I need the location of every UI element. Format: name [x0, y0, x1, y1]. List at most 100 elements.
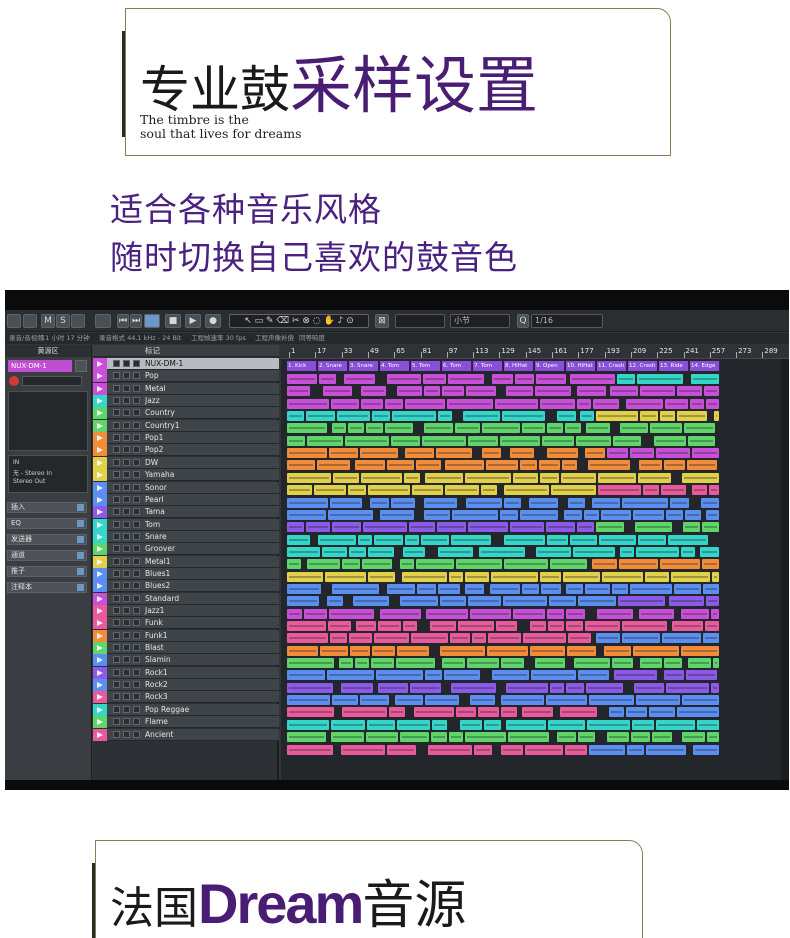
midi-clip[interactable] — [487, 645, 528, 656]
midi-clip[interactable] — [711, 682, 719, 693]
midi-clip[interactable] — [287, 497, 328, 508]
midi-clip[interactable] — [531, 670, 576, 681]
midi-clip[interactable] — [424, 497, 457, 508]
midi-clip[interactable] — [492, 374, 513, 384]
track-toggle-button[interactable] — [123, 718, 130, 726]
track-toggle-button[interactable] — [113, 508, 120, 516]
track-toggle-button[interactable] — [113, 458, 120, 466]
midi-clip[interactable] — [361, 386, 386, 397]
midi-clip[interactable] — [502, 411, 545, 422]
midi-clip[interactable] — [287, 485, 312, 496]
midi-clip[interactable] — [456, 707, 476, 718]
midi-clip[interactable] — [451, 534, 491, 545]
track-toggle-button[interactable] — [133, 693, 140, 701]
midi-clip[interactable] — [368, 546, 394, 557]
midi-clip[interactable] — [645, 571, 669, 582]
track-toggle-button[interactable] — [113, 409, 120, 417]
midi-clip[interactable] — [397, 386, 422, 397]
midi-clip[interactable] — [421, 534, 449, 545]
track-toggle-button[interactable] — [133, 384, 140, 392]
track-toggle-button[interactable] — [133, 594, 140, 602]
midi-clip[interactable] — [506, 682, 548, 693]
track-row[interactable]: Funk1 — [93, 629, 279, 642]
midi-clip[interactable] — [430, 621, 456, 631]
midi-clip[interactable] — [416, 559, 454, 570]
midi-clip[interactable] — [566, 583, 583, 594]
midi-clip[interactable] — [585, 621, 620, 631]
midi-clip[interactable] — [442, 386, 464, 397]
midi-clip[interactable] — [403, 546, 425, 557]
midi-clip[interactable] — [577, 386, 606, 397]
midi-clip[interactable] — [348, 423, 364, 434]
midi-clip[interactable] — [495, 398, 538, 409]
midi-clip[interactable] — [631, 732, 650, 743]
midi-clip[interactable] — [540, 472, 559, 483]
midi-clip[interactable] — [307, 559, 340, 570]
snap-select[interactable]: 小节 — [450, 314, 510, 328]
track-toggle-button[interactable] — [123, 434, 130, 442]
midi-clip[interactable] — [465, 571, 489, 582]
midi-clip[interactable] — [479, 546, 525, 557]
track-lane[interactable] — [287, 497, 727, 509]
track-row[interactable]: Blues2 — [93, 580, 279, 593]
midi-clip[interactable] — [425, 670, 442, 681]
midi-clip[interactable] — [632, 719, 654, 730]
midi-clip[interactable] — [380, 608, 421, 619]
midi-clip[interactable] — [684, 423, 715, 434]
inspector-section-sends[interactable]: 发送器 — [7, 534, 87, 545]
midi-clip[interactable] — [567, 645, 596, 656]
routing-input[interactable]: 无 - Stereo In — [13, 468, 52, 477]
snap-toggle[interactable]: ⊠ — [375, 314, 389, 328]
midi-clip[interactable] — [378, 621, 401, 631]
midi-clip[interactable] — [522, 583, 539, 594]
midi-clip[interactable] — [325, 571, 366, 582]
midi-clip[interactable] — [374, 534, 403, 545]
midi-clip[interactable] — [700, 546, 719, 557]
midi-clip[interactable] — [565, 423, 581, 434]
track-toggle-button[interactable] — [123, 631, 130, 639]
marker-clip[interactable]: 2. Snare — [318, 361, 348, 371]
track-row[interactable]: Tom — [93, 518, 279, 531]
midi-clip[interactable] — [349, 546, 366, 557]
midi-clip[interactable] — [423, 374, 446, 384]
midi-clip[interactable] — [400, 559, 414, 570]
track-toggle-button[interactable] — [113, 545, 120, 553]
midi-clip[interactable] — [542, 435, 574, 446]
track-lane[interactable] — [287, 694, 727, 706]
midi-clip[interactable] — [445, 485, 479, 496]
midi-clip[interactable] — [450, 633, 470, 644]
midi-clip[interactable] — [671, 571, 710, 582]
midi-clip[interactable] — [440, 645, 485, 656]
midi-clip[interactable] — [692, 448, 719, 459]
midi-clip[interactable] — [546, 695, 587, 706]
midi-clip[interactable] — [633, 645, 679, 656]
midi-clip[interactable] — [520, 509, 558, 520]
midi-clip[interactable] — [666, 509, 683, 520]
inspector-section-channel[interactable]: 通道 — [7, 550, 87, 561]
midi-clip[interactable] — [409, 522, 435, 533]
midi-clip[interactable] — [677, 411, 707, 422]
midi-clip[interactable] — [287, 695, 330, 706]
track-row[interactable]: Pop1 — [93, 432, 279, 445]
midi-clip[interactable] — [363, 522, 407, 533]
track-toggle-button[interactable] — [113, 360, 120, 367]
volume-pan-box[interactable] — [8, 391, 88, 451]
midi-clip[interactable] — [584, 509, 599, 520]
track-toggle-button[interactable] — [123, 545, 130, 553]
midi-clip[interactable] — [358, 534, 372, 545]
track-row[interactable]: Jazz1 — [93, 605, 279, 617]
midi-clip[interactable] — [465, 472, 511, 483]
midi-clip[interactable] — [331, 719, 365, 730]
midi-clip[interactable] — [686, 670, 717, 681]
track-lane[interactable] — [287, 546, 727, 558]
midi-clip[interactable] — [422, 435, 466, 446]
track-toggle-button[interactable] — [113, 557, 120, 565]
midi-clip[interactable] — [637, 374, 683, 384]
midi-clip[interactable] — [405, 398, 445, 409]
midi-clip[interactable] — [585, 583, 610, 594]
midi-clip[interactable] — [287, 608, 302, 619]
midi-clip[interactable] — [405, 534, 419, 545]
track-lane[interactable] — [287, 608, 727, 620]
track-toggle-button[interactable] — [123, 693, 130, 701]
midi-clip[interactable] — [426, 608, 468, 619]
